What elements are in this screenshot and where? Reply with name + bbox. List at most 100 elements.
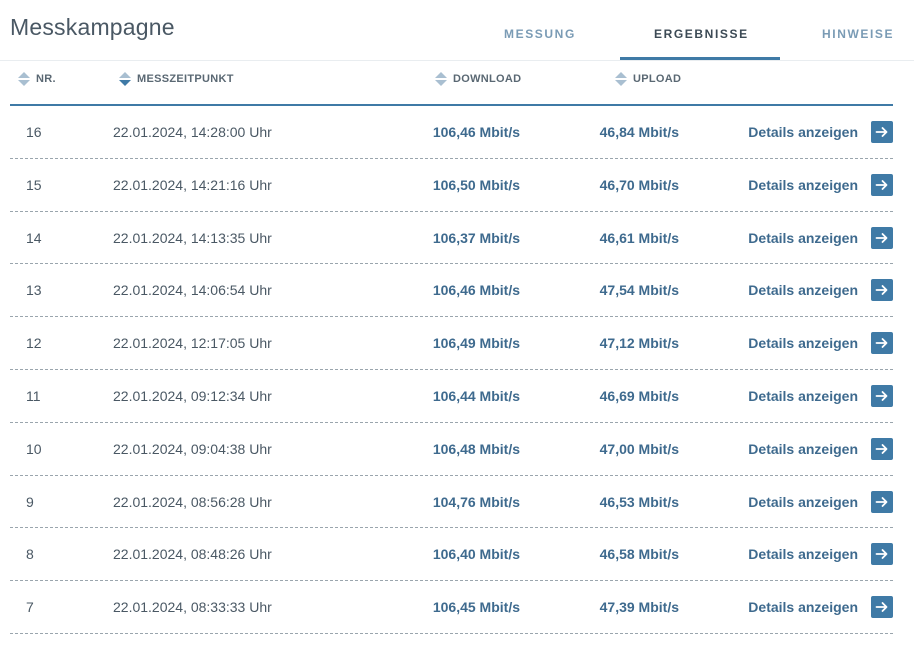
row-download: 106,46 Mbit/s <box>432 124 520 140</box>
table-row: 7 22.01.2024, 08:33:33 Uhr 106,45 Mbit/s… <box>10 581 893 634</box>
row-timestamp: 22.01.2024, 09:12:34 Uhr <box>113 387 272 404</box>
arrow-right-icon[interactable] <box>871 121 893 143</box>
row-number: 12 <box>26 335 42 352</box>
row-number: 13 <box>26 282 42 299</box>
arrow-right-icon[interactable] <box>871 173 893 196</box>
details-button[interactable]: Details anzeigen <box>748 595 893 619</box>
table-row: 8 22.01.2024, 08:48:26 Uhr 106,40 Mbit/s… <box>10 528 893 582</box>
row-upload: 46,58 Mbit/s <box>599 546 679 563</box>
details-label[interactable]: Details anzeigen <box>748 494 858 510</box>
row-timestamp: 22.01.2024, 14:28:00 Uhr <box>113 124 272 140</box>
sort-icon <box>615 71 627 87</box>
details-label[interactable]: Details anzeigen <box>748 546 858 562</box>
row-number: 15 <box>26 176 42 193</box>
table-header: NR. MESSZEITPUNKT DOWNLOAD UPLOAD <box>10 62 893 106</box>
column-header-messzeitpunkt[interactable]: MESSZEITPUNKT <box>119 71 234 87</box>
details-button[interactable]: Details anzeigen <box>748 384 893 408</box>
row-timestamp: 22.01.2024, 08:33:33 Uhr <box>113 599 272 616</box>
table-row: 14 22.01.2024, 14:13:35 Uhr 106,37 Mbit/… <box>10 212 893 265</box>
row-upload: 47,39 Mbit/s <box>599 599 679 616</box>
row-download: 106,40 Mbit/s <box>432 546 520 563</box>
table-row: 13 22.01.2024, 14:06:54 Uhr 106,46 Mbit/… <box>10 264 893 318</box>
column-header-label: MESSZEITPUNKT <box>137 73 234 85</box>
row-timestamp: 22.01.2024, 14:13:35 Uhr <box>113 229 272 246</box>
row-upload: 46,70 Mbit/s <box>599 176 679 193</box>
details-label[interactable]: Details anzeigen <box>748 177 858 193</box>
table-row: 10 22.01.2024, 09:04:38 Uhr 106,48 Mbit/… <box>10 423 893 476</box>
row-number: 7 <box>26 599 34 616</box>
row-download: 106,48 Mbit/s <box>432 440 520 457</box>
row-upload: 47,12 Mbit/s <box>599 335 679 352</box>
row-timestamp: 22.01.2024, 14:06:54 Uhr <box>113 282 272 299</box>
row-timestamp: 22.01.2024, 09:04:38 Uhr <box>113 440 272 457</box>
row-download: 106,49 Mbit/s <box>432 335 520 352</box>
row-download: 104,76 Mbit/s <box>432 493 520 510</box>
row-number: 14 <box>26 229 42 246</box>
row-number: 16 <box>26 124 42 140</box>
table-body: 16 22.01.2024, 14:28:00 Uhr 106,46 Mbit/… <box>10 106 893 634</box>
details-label[interactable]: Details anzeigen <box>748 230 858 246</box>
table-row: 11 22.01.2024, 09:12:34 Uhr 106,44 Mbit/… <box>10 370 893 423</box>
table-row: 16 22.01.2024, 14:28:00 Uhr 106,46 Mbit/… <box>10 106 893 159</box>
tab-hinweise[interactable]: HINWEISE <box>822 27 894 41</box>
arrow-right-icon[interactable] <box>871 490 893 513</box>
row-download: 106,37 Mbit/s <box>432 229 520 246</box>
row-upload: 46,84 Mbit/s <box>599 124 679 140</box>
table-row: 15 22.01.2024, 14:21:16 Uhr 106,50 Mbit/… <box>10 159 893 212</box>
row-number: 8 <box>26 546 34 563</box>
column-header-label: UPLOAD <box>633 73 682 85</box>
row-timestamp: 22.01.2024, 12:17:05 Uhr <box>113 335 272 352</box>
details-button[interactable]: Details anzeigen <box>748 490 893 514</box>
sort-icon <box>18 71 30 87</box>
details-label[interactable]: Details anzeigen <box>748 599 858 615</box>
arrow-right-icon[interactable] <box>871 384 893 407</box>
details-button[interactable]: Details anzeigen <box>748 120 893 144</box>
row-download: 106,45 Mbit/s <box>432 599 520 616</box>
header: Messkampagne MESSUNG ERGEBNISSE HINWEISE <box>0 0 914 61</box>
row-upload: 46,69 Mbit/s <box>599 387 679 404</box>
tab-bar: MESSUNG ERGEBNISSE HINWEISE <box>0 0 914 61</box>
details-button[interactable]: Details anzeigen <box>748 278 893 302</box>
arrow-right-icon[interactable] <box>871 226 893 249</box>
column-header-download[interactable]: DOWNLOAD <box>435 71 521 87</box>
arrow-right-icon[interactable] <box>871 332 893 355</box>
details-button[interactable]: Details anzeigen <box>748 331 893 355</box>
tab-ergebnisse[interactable]: ERGEBNISSE <box>654 27 749 41</box>
row-download: 106,44 Mbit/s <box>432 387 520 404</box>
column-header-label: DOWNLOAD <box>453 73 522 85</box>
details-button[interactable]: Details anzeigen <box>748 542 893 566</box>
details-label[interactable]: Details anzeigen <box>748 335 858 351</box>
details-button[interactable]: Details anzeigen <box>748 226 893 250</box>
row-timestamp: 22.01.2024, 08:56:28 Uhr <box>113 493 272 510</box>
details-label[interactable]: Details anzeigen <box>748 282 858 298</box>
details-label[interactable]: Details anzeigen <box>748 124 858 140</box>
row-upload: 46,61 Mbit/s <box>599 229 679 246</box>
row-upload: 47,54 Mbit/s <box>599 282 679 299</box>
arrow-right-icon[interactable] <box>871 437 893 460</box>
row-download: 106,50 Mbit/s <box>432 176 520 193</box>
details-button[interactable]: Details anzeigen <box>748 437 893 461</box>
tab-messung[interactable]: MESSUNG <box>504 27 576 41</box>
column-header-upload[interactable]: UPLOAD <box>615 71 681 87</box>
row-upload: 47,00 Mbit/s <box>599 440 679 457</box>
column-header-label: NR. <box>36 73 56 85</box>
sort-icon <box>119 71 131 87</box>
table-row: 12 22.01.2024, 12:17:05 Uhr 106,49 Mbit/… <box>10 317 893 370</box>
arrow-right-icon[interactable] <box>871 279 893 302</box>
sort-icon <box>435 71 447 87</box>
row-timestamp: 22.01.2024, 08:48:26 Uhr <box>113 546 272 563</box>
details-label[interactable]: Details anzeigen <box>748 388 858 404</box>
row-number: 10 <box>26 440 42 457</box>
details-button[interactable]: Details anzeigen <box>748 173 893 197</box>
row-number: 11 <box>26 387 41 404</box>
column-header-nr[interactable]: NR. <box>18 71 56 87</box>
row-download: 106,46 Mbit/s <box>432 282 520 299</box>
arrow-right-icon[interactable] <box>871 543 893 566</box>
details-label[interactable]: Details anzeigen <box>748 441 858 457</box>
active-tab-indicator <box>620 57 780 60</box>
row-timestamp: 22.01.2024, 14:21:16 Uhr <box>113 176 272 193</box>
app-root: Messkampagne MESSUNG ERGEBNISSE HINWEISE… <box>0 0 914 645</box>
arrow-right-icon[interactable] <box>871 596 893 619</box>
table-row: 9 22.01.2024, 08:56:28 Uhr 104,76 Mbit/s… <box>10 476 893 529</box>
row-number: 9 <box>26 493 34 510</box>
